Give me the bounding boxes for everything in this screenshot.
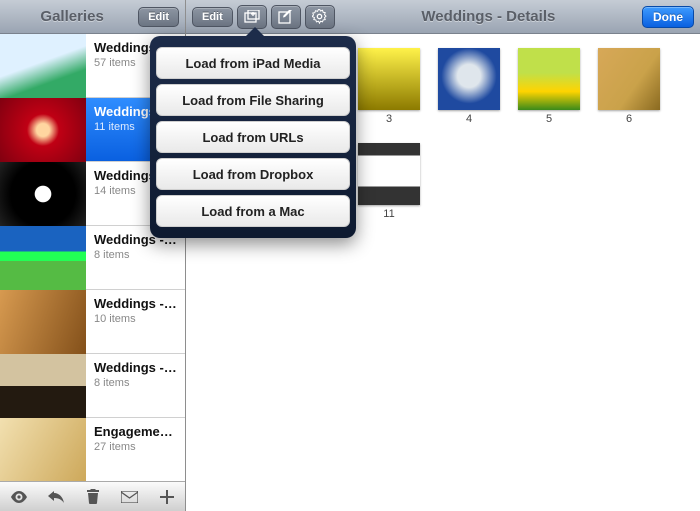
photo-number: 5	[546, 113, 552, 125]
photo-number: 6	[626, 113, 632, 125]
settings-button[interactable]	[305, 5, 335, 29]
gallery-thumbnail	[0, 418, 86, 481]
gallery-thumbnail	[0, 162, 86, 226]
sidebar-title: Galleries	[6, 8, 138, 25]
gallery-count: 10 items	[94, 313, 177, 325]
main-edit-button[interactable]: Edit	[192, 7, 233, 27]
reply-icon[interactable]	[46, 491, 66, 503]
gallery-count: 14 items	[94, 185, 156, 197]
photo-number: 11	[383, 208, 394, 220]
photo-thumbnail	[358, 143, 420, 205]
gallery-thumbnail	[0, 290, 86, 354]
gallery-count: 57 items	[94, 57, 156, 69]
gallery-item[interactable]: Engagements 27 items	[0, 418, 185, 481]
popover-item[interactable]: Load from a Mac	[156, 195, 350, 227]
photo-number: 4	[466, 113, 472, 125]
gallery-item[interactable]: Weddings -… 10 items	[0, 290, 185, 354]
popover-item[interactable]: Load from iPad Media	[156, 47, 350, 79]
trash-icon[interactable]	[83, 489, 103, 504]
photo-cell[interactable]: 11	[358, 143, 420, 220]
gallery-name: Weddings -…	[94, 296, 177, 311]
photo-cell[interactable]: 4	[438, 48, 500, 125]
sidebar-toolbar	[0, 481, 185, 511]
popover-item[interactable]: Load from File Sharing	[156, 84, 350, 116]
mail-icon[interactable]	[120, 491, 140, 503]
gallery-thumbnail	[0, 34, 86, 98]
popover-item[interactable]: Load from Dropbox	[156, 158, 350, 190]
gallery-count: 8 items	[94, 377, 177, 389]
compose-button[interactable]	[271, 5, 301, 29]
gallery-name: Weddings	[94, 40, 156, 55]
gallery-count: 8 items	[94, 249, 177, 261]
photo-thumbnail	[358, 48, 420, 110]
gallery-name: Weddings	[94, 104, 156, 119]
gallery-name: Weddings	[94, 168, 156, 183]
sidebar-edit-button[interactable]: Edit	[138, 7, 179, 27]
sidebar-header: Galleries Edit	[0, 0, 185, 34]
add-icon[interactable]	[157, 490, 177, 504]
import-button[interactable]	[237, 5, 267, 29]
eye-icon[interactable]	[9, 491, 29, 503]
gallery-name: Engagements	[94, 424, 179, 439]
photo-thumbnail	[518, 48, 580, 110]
import-popover: Load from iPad Media Load from File Shari…	[150, 36, 356, 238]
photo-thumbnail	[598, 48, 660, 110]
gallery-thumbnail	[0, 354, 86, 418]
photo-thumbnail	[438, 48, 500, 110]
photo-cell[interactable]: 5	[518, 48, 580, 125]
done-button[interactable]: Done	[642, 6, 694, 28]
gallery-item[interactable]: Weddings -… 8 items	[0, 354, 185, 418]
page-title: Weddings - Details	[339, 8, 638, 25]
gallery-thumbnail	[0, 98, 86, 162]
gallery-count: 27 items	[94, 441, 179, 453]
photo-cell[interactable]: 6	[598, 48, 660, 125]
photo-cell[interactable]: 3	[358, 48, 420, 125]
gallery-thumbnail	[0, 226, 86, 290]
gallery-name: Weddings -…	[94, 360, 177, 375]
popover-item[interactable]: Load from URLs	[156, 121, 350, 153]
photo-number: 3	[386, 113, 392, 125]
gallery-count: 11 items	[94, 121, 156, 133]
